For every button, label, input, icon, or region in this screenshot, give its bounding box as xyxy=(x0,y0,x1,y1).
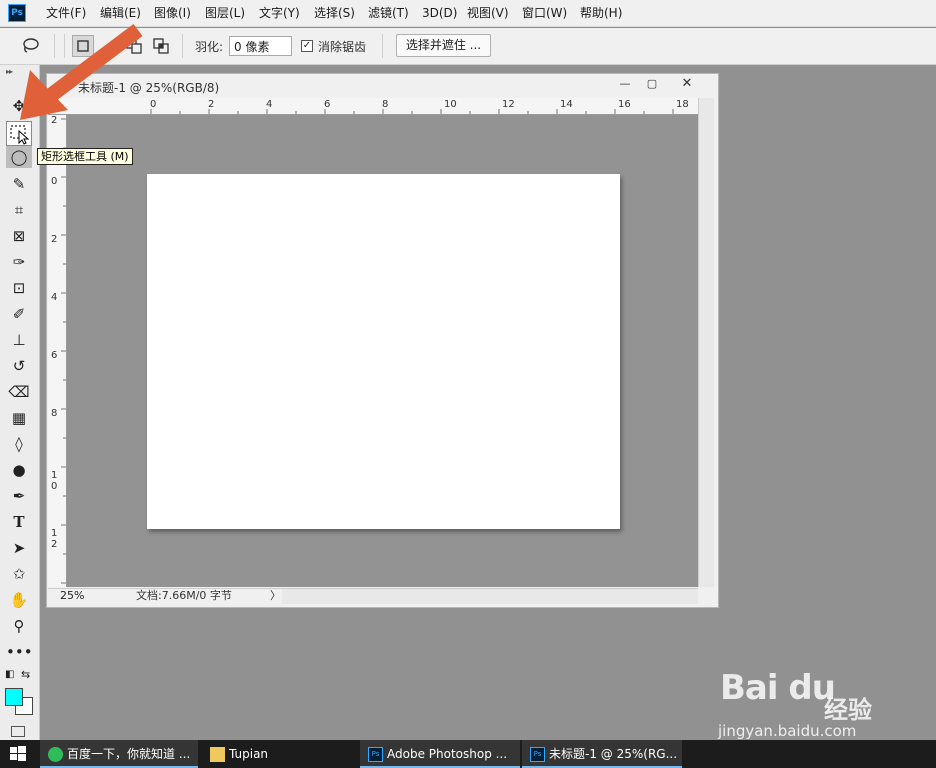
vertical-ruler[interactable]: 2 0 2 4 6 8 1 0 1 2 xyxy=(48,115,67,587)
select-and-mask-button[interactable]: 选择并遮住 ... xyxy=(396,34,491,57)
brush-tool-icon[interactable]: ✐ xyxy=(6,303,32,325)
antialias-checkbox[interactable]: ✓ xyxy=(301,40,313,52)
taskbar-item-browser[interactable]: 百度一下，你就知道 ... xyxy=(40,740,198,768)
quick-selection-tool-icon[interactable]: ✎ xyxy=(6,173,32,195)
taskbar-label: 百度一下，你就知道 ... xyxy=(67,747,191,761)
close-icon[interactable]: ✕ xyxy=(676,75,698,93)
path-selection-tool-icon[interactable]: ➤ xyxy=(6,537,32,559)
options-separator xyxy=(182,34,183,58)
taskbar-label: Tupian xyxy=(229,747,269,761)
foreground-color-swatch[interactable] xyxy=(5,688,23,706)
windows-start-icon[interactable] xyxy=(8,744,28,764)
menu-select[interactable]: 选择(S) xyxy=(312,0,357,27)
document-canvas[interactable] xyxy=(147,174,620,529)
lasso-tool-icon[interactable]: ◯ xyxy=(6,146,32,168)
ruler-h-tick: 2 xyxy=(208,99,215,110)
blur-tool-icon[interactable]: ◊ xyxy=(6,433,32,455)
gradient-tool-icon[interactable]: ▦ xyxy=(6,407,32,429)
ruler-v-tick: 4 xyxy=(51,292,58,303)
clone-stamp-tool-icon[interactable]: ⊥ xyxy=(6,329,32,351)
baidu-watermark-text: 经验 xyxy=(824,696,872,724)
ruler-v-tick: 6 xyxy=(51,350,58,361)
zoom-tool-icon[interactable]: ⚲ xyxy=(6,615,32,637)
ruler-v-tick: 1 0 xyxy=(51,470,58,492)
folder-icon xyxy=(210,747,225,762)
taskbar-label: Adobe Photoshop ... xyxy=(387,747,508,761)
taskbar-item-document[interactable]: Ps 未标题-1 @ 25%(RG... xyxy=(522,740,682,768)
taskbar-label: 未标题-1 @ 25%(RG... xyxy=(549,747,678,761)
type-tool-icon[interactable]: T xyxy=(6,511,32,533)
default-colors-icon[interactable]: ◧ xyxy=(5,669,14,680)
annotation-arrow xyxy=(20,24,143,120)
minimize-icon[interactable]: — xyxy=(614,75,636,93)
menu-help[interactable]: 帮助(H) xyxy=(578,0,624,27)
menu-layer[interactable]: 图层(L) xyxy=(203,0,247,27)
eraser-tool-icon[interactable]: ⌫ xyxy=(6,381,32,403)
ruler-h-tick: 6 xyxy=(324,99,331,110)
tool-tooltip: 矩形选框工具 (M) xyxy=(37,148,133,165)
horizontal-scrollbar[interactable] xyxy=(282,588,698,604)
frame-tool-icon[interactable]: ⊠ xyxy=(6,225,32,247)
edit-toolbar-icon[interactable]: ••• xyxy=(6,641,33,663)
photoshop-icon: Ps xyxy=(530,747,545,762)
ruler-h-tick: 18 xyxy=(676,99,689,110)
pen-tool-icon[interactable]: ✒ xyxy=(6,485,32,507)
browser-icon xyxy=(48,747,63,762)
custom-shape-tool-icon[interactable]: ✩ xyxy=(6,563,32,585)
menu-window[interactable]: 窗口(W) xyxy=(520,0,569,27)
baidu-watermark-url: jingyan.baidu.com xyxy=(718,722,857,740)
menu-filter[interactable]: 滤镜(T) xyxy=(366,0,411,27)
ruler-h-tick: 4 xyxy=(266,99,273,110)
spot-healing-tool-icon[interactable]: ⊡ xyxy=(6,277,32,299)
menu-type[interactable]: 文字(Y) xyxy=(257,0,302,27)
ruler-h-tick: 8 xyxy=(382,99,389,110)
taskbar-item-folder[interactable]: Tupian xyxy=(202,740,352,768)
swap-colors-icon[interactable]: ⇆ xyxy=(21,668,30,681)
ruler-h-tick: 14 xyxy=(560,99,573,110)
crop-tool-icon[interactable]: ⌗ xyxy=(6,199,32,221)
ruler-h-tick: 12 xyxy=(502,99,515,110)
dodge-tool-icon[interactable]: ● xyxy=(6,459,32,481)
options-separator xyxy=(382,34,383,58)
feather-input[interactable]: 0 像素 xyxy=(229,36,292,56)
zoom-level-field[interactable]: 25% xyxy=(60,589,120,603)
ruler-h-tick: 16 xyxy=(618,99,631,110)
photoshop-icon: Ps xyxy=(368,747,383,762)
hand-tool-icon[interactable]: ✋ xyxy=(6,589,32,611)
document-size-info: 文档:7.66M/0 字节 xyxy=(136,589,232,602)
feather-label: 羽化: xyxy=(195,40,224,54)
vertical-scrollbar[interactable] xyxy=(698,98,714,587)
ruler-h-tick: 10 xyxy=(444,99,457,110)
status-menu-arrow-icon[interactable]: 〉 xyxy=(270,589,281,603)
maximize-icon[interactable]: ▢ xyxy=(641,75,663,93)
ruler-v-tick: 0 xyxy=(51,176,58,187)
baidu-watermark-logo: Bai du xyxy=(720,668,836,708)
menu-view[interactable]: 视图(V) xyxy=(465,0,511,27)
history-brush-tool-icon[interactable]: ↺ xyxy=(6,355,32,377)
taskbar-item-photoshop[interactable]: Ps Adobe Photoshop ... xyxy=(360,740,520,768)
eyedropper-tool-icon[interactable]: ✑ xyxy=(6,251,32,273)
antialias-label: 消除锯齿 xyxy=(318,40,367,54)
ruler-v-tick: 8 xyxy=(51,408,58,419)
quick-mask-icon[interactable] xyxy=(11,726,25,737)
ruler-v-tick: 2 xyxy=(51,234,58,245)
ruler-v-tick: 1 2 xyxy=(51,528,58,550)
menu-3d[interactable]: 3D(D) xyxy=(420,0,459,27)
